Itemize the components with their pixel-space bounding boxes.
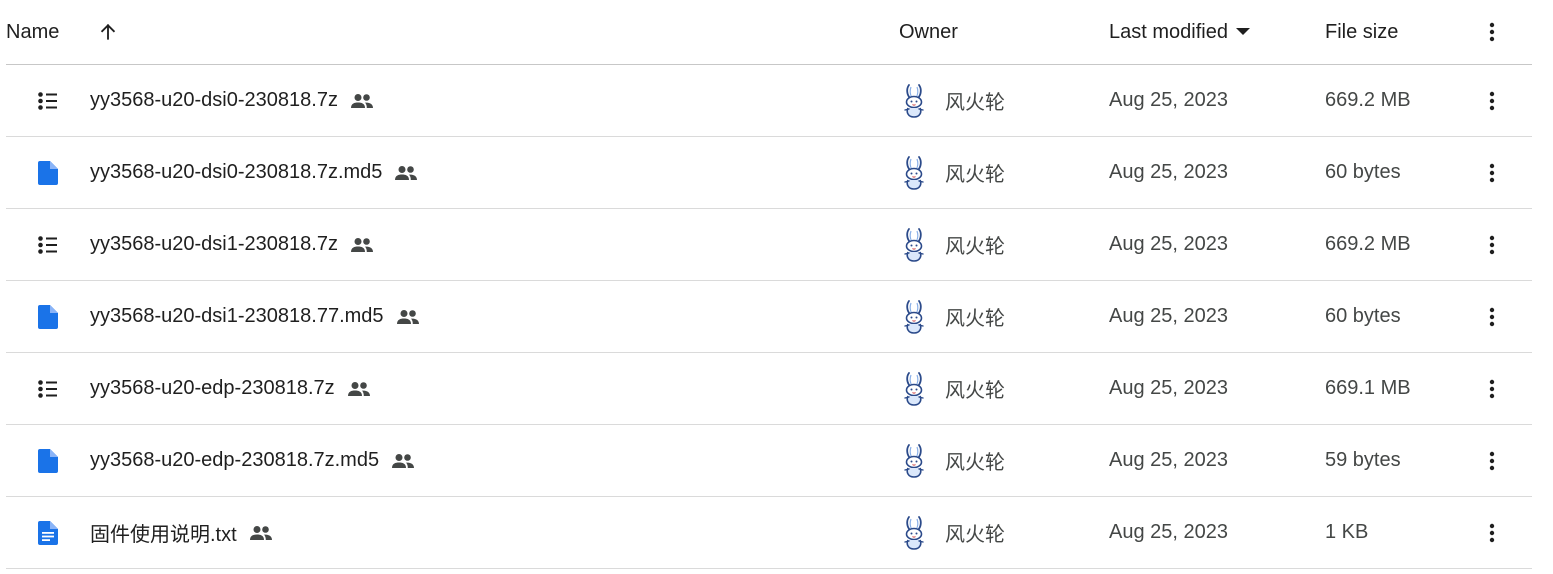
file-row[interactable]: yy3568-u20-edp-230818.7z.md5 风火轮 Aug 25,…: [6, 425, 1532, 497]
last-modified-cell: Aug 25, 2023: [1109, 521, 1228, 543]
more-vert-icon[interactable]: [1478, 65, 1506, 136]
blue-doc-icon: [36, 137, 60, 208]
list-file-icon: [36, 209, 60, 280]
dropdown-triangle-icon: [1235, 28, 1250, 36]
file-size-column-header[interactable]: File size: [1325, 0, 1398, 64]
owner-cell: 风火轮: [899, 425, 1005, 496]
last-modified-cell: Aug 25, 2023: [1109, 161, 1228, 183]
owner-name: 风火轮: [945, 308, 1005, 330]
list-file-icon: [36, 353, 60, 424]
file-name-cell[interactable]: yy3568-u20-dsi1-230818.7z: [90, 209, 374, 280]
file-name-cell[interactable]: yy3568-u20-edp-230818.7z.md5: [90, 425, 415, 496]
file-list-table: Name Owner Last modified File size yy356…: [0, 0, 1553, 569]
owner-cell: 风火轮: [899, 497, 1005, 568]
sort-arrow-up-icon[interactable]: [94, 0, 122, 64]
owner-avatar-rabbit-icon: [899, 155, 931, 191]
more-vert-icon[interactable]: [1478, 353, 1506, 424]
owner-cell: 风火轮: [899, 65, 1005, 136]
file-size-cell: 669.1 MB: [1325, 377, 1411, 399]
file-name-cell[interactable]: yy3568-u20-dsi0-230818.7z.md5: [90, 137, 418, 208]
last-modified-cell: Aug 25, 2023: [1109, 305, 1228, 327]
file-row[interactable]: yy3568-u20-dsi0-230818.7z 风火轮 Aug 25, 20…: [6, 65, 1532, 137]
last-modified-cell: Aug 25, 2023: [1109, 89, 1228, 111]
owner-cell: 风火轮: [899, 209, 1005, 280]
shared-people-icon: [396, 309, 420, 325]
owner-name: 风火轮: [945, 236, 1005, 258]
file-size-cell: 669.2 MB: [1325, 89, 1411, 111]
shared-people-icon: [350, 93, 374, 109]
owner-avatar-rabbit-icon: [899, 515, 931, 551]
file-name-cell[interactable]: 固件使用说明.txt: [90, 497, 273, 568]
file-row[interactable]: 固件使用说明.txt 风火轮 Aug 25, 2023 1 KB: [6, 497, 1532, 569]
blue-doc-icon: [36, 281, 60, 352]
file-size-cell: 669.2 MB: [1325, 233, 1411, 255]
blue-doc-icon: [36, 425, 60, 496]
more-vert-icon[interactable]: [1478, 137, 1506, 208]
more-vert-icon[interactable]: [1478, 209, 1506, 280]
file-size-cell: 59 bytes: [1325, 449, 1401, 471]
owner-cell: 风火轮: [899, 353, 1005, 424]
owner-avatar-rabbit-icon: [899, 83, 931, 119]
more-vert-icon[interactable]: [1478, 281, 1506, 352]
owner-avatar-rabbit-icon: [899, 443, 931, 479]
file-name: yy3568-u20-dsi0-230818.7z.md5: [90, 161, 383, 183]
file-row[interactable]: yy3568-u20-edp-230818.7z 风火轮 Aug 25, 202…: [6, 353, 1532, 425]
more-vert-icon[interactable]: [1478, 425, 1506, 496]
file-name: yy3568-u20-edp-230818.7z: [90, 377, 335, 399]
last-modified-cell: Aug 25, 2023: [1109, 377, 1228, 399]
owner-name: 风火轮: [945, 524, 1005, 546]
file-size-cell: 60 bytes: [1325, 161, 1401, 183]
list-file-icon: [36, 65, 60, 136]
shared-people-icon: [391, 453, 415, 469]
file-name-cell[interactable]: yy3568-u20-dsi0-230818.7z: [90, 65, 374, 136]
last-modified-label: Last modified: [1109, 20, 1228, 43]
owner-avatar-rabbit-icon: [899, 227, 931, 263]
file-name-cell[interactable]: yy3568-u20-edp-230818.7z: [90, 353, 371, 424]
owner-name: 风火轮: [945, 380, 1005, 402]
owner-name: 风火轮: [945, 92, 1005, 114]
file-name: yy3568-u20-dsi1-230818.7z: [90, 233, 338, 255]
file-size-cell: 60 bytes: [1325, 305, 1401, 327]
shared-people-icon: [350, 237, 374, 253]
file-name: 固件使用说明.txt: [90, 524, 237, 546]
owner-cell: 风火轮: [899, 137, 1005, 208]
owner-avatar-rabbit-icon: [899, 371, 931, 407]
name-column-header[interactable]: Name: [6, 0, 59, 64]
last-modified-cell: Aug 25, 2023: [1109, 233, 1228, 255]
owner-avatar-rabbit-icon: [899, 299, 931, 335]
owner-name: 风火轮: [945, 164, 1005, 186]
text-doc-icon: [36, 497, 60, 568]
shared-people-icon: [347, 381, 371, 397]
last-modified-column-header[interactable]: Last modified: [1109, 0, 1250, 64]
file-name: yy3568-u20-dsi1-230818.77.md5: [90, 305, 384, 327]
file-row[interactable]: yy3568-u20-dsi0-230818.7z.md5 风火轮 Aug 25…: [6, 137, 1532, 209]
file-name: yy3568-u20-dsi0-230818.7z: [90, 89, 338, 111]
more-vert-icon[interactable]: [1478, 497, 1506, 568]
file-name: yy3568-u20-edp-230818.7z.md5: [90, 449, 380, 471]
shared-people-icon: [394, 165, 418, 181]
file-list-header: Name Owner Last modified File size: [6, 0, 1532, 65]
file-size-cell: 1 KB: [1325, 521, 1369, 543]
owner-column-header[interactable]: Owner: [899, 0, 958, 64]
shared-people-icon: [249, 525, 273, 541]
owner-name: 风火轮: [945, 452, 1005, 474]
file-row[interactable]: yy3568-u20-dsi1-230818.77.md5 风火轮 Aug 25…: [6, 281, 1532, 353]
owner-cell: 风火轮: [899, 281, 1005, 352]
last-modified-cell: Aug 25, 2023: [1109, 449, 1228, 471]
file-name-cell[interactable]: yy3568-u20-dsi1-230818.77.md5: [90, 281, 420, 352]
file-row[interactable]: yy3568-u20-dsi1-230818.7z 风火轮 Aug 25, 20…: [6, 209, 1532, 281]
more-vert-icon[interactable]: [1478, 0, 1506, 64]
